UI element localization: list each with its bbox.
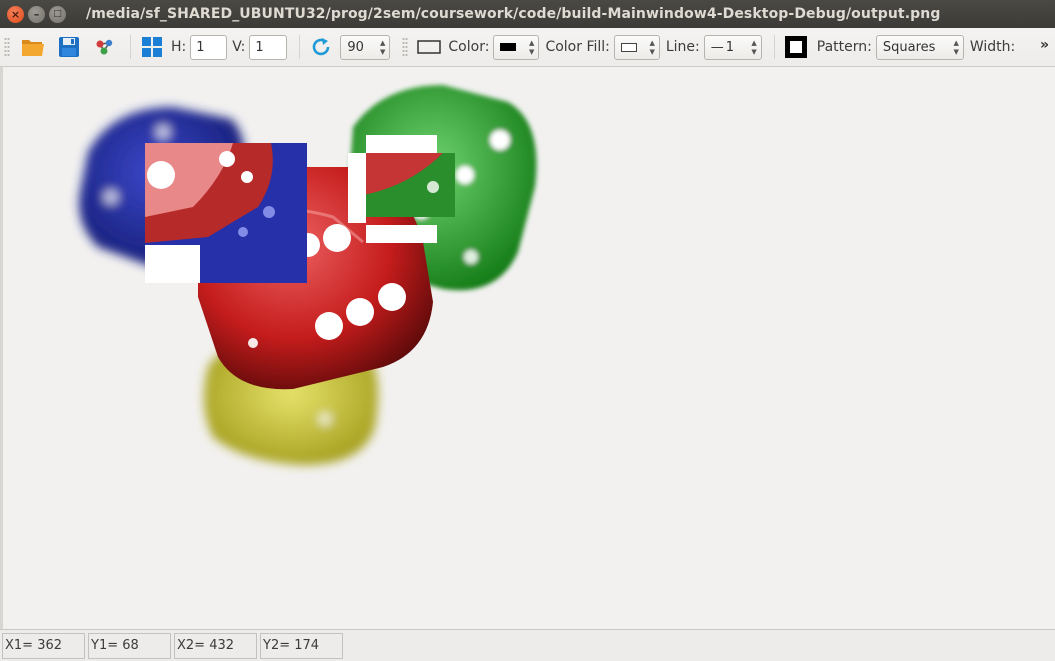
minimize-icon: – (33, 7, 40, 21)
line-label: Line: (665, 39, 700, 55)
split-v-label: V: (232, 39, 246, 55)
grid-icon (142, 37, 162, 57)
effects-button[interactable] (92, 34, 118, 60)
spin-up-icon[interactable]: ▲ (751, 39, 756, 48)
status-x1: X1= 362 (2, 632, 85, 659)
maximize-window-button[interactable]: □ (49, 5, 66, 23)
toolbar-separator (299, 35, 301, 59)
color-picker[interactable]: ▲ ▼ (493, 34, 540, 60)
split-grid-button[interactable] (139, 34, 165, 60)
folder-open-icon (22, 40, 44, 56)
rectangle-tool-button[interactable] (416, 34, 442, 60)
rectangle-icon (417, 40, 442, 54)
molecule-icon (96, 39, 113, 55)
rotate-angle-value: 90 (347, 39, 364, 55)
split-h-value: 1 (196, 39, 205, 55)
square-frame-icon (784, 36, 807, 58)
maximize-icon: □ (53, 8, 62, 19)
spin-down-icon[interactable]: ▼ (751, 48, 756, 57)
status-y2: Y2= 174 (260, 632, 343, 659)
rotate-clockwise-icon (313, 38, 330, 56)
spin-up-icon[interactable]: ▲ (380, 39, 385, 48)
spin-down-icon[interactable]: ▼ (380, 48, 385, 57)
split-h-label: H: (171, 39, 187, 55)
toolbar-overflow-button[interactable]: » (1040, 37, 1049, 53)
title-bar: × – □ /media/sf_SHARED_UBUNTU32/prog/2se… (0, 0, 1055, 28)
status-y1: Y1= 68 (88, 632, 171, 659)
color-label: Color: (448, 39, 490, 55)
dice-image (79, 85, 537, 465)
line-dash-icon: — (710, 39, 724, 55)
toolbar-grip[interactable] (402, 37, 409, 57)
status-x2: X2= 432 (174, 632, 257, 659)
border-style-button[interactable] (783, 34, 809, 60)
selection-tile-left[interactable] (145, 143, 307, 283)
toolbar-grip[interactable] (4, 37, 10, 57)
spin-down-icon[interactable]: ▼ (953, 48, 958, 57)
rotate-button[interactable] (308, 34, 334, 60)
close-window-button[interactable]: × (7, 5, 24, 23)
status-x1-text: X1= 362 (5, 638, 63, 653)
spin-down-icon[interactable]: ▼ (529, 48, 534, 57)
save-file-button[interactable] (56, 34, 82, 60)
close-icon: × (10, 7, 21, 21)
line-width-spinbox[interactable]: — 1 ▲ ▼ (703, 34, 762, 60)
minimize-window-button[interactable]: – (28, 5, 45, 23)
color-swatch-icon (500, 43, 517, 51)
width-label: Width: (969, 39, 1016, 55)
window-controls: × – □ (7, 5, 70, 23)
window-title: /media/sf_SHARED_UBUNTU32/prog/2sem/cour… (86, 6, 941, 22)
toolbar-separator (130, 35, 131, 59)
split-v-value: 1 (255, 39, 264, 55)
split-v-input[interactable]: 1 (249, 34, 288, 60)
pattern-value: Squares (882, 39, 936, 55)
pattern-label: Pattern: (816, 39, 872, 55)
spin-down-icon[interactable]: ▼ (649, 48, 654, 57)
spin-up-icon[interactable]: ▲ (953, 39, 958, 48)
color-fill-label: Color Fill: (545, 39, 610, 55)
floppy-save-icon (59, 37, 79, 57)
color-fill-picker[interactable]: ▲ ▼ (613, 34, 660, 60)
image-canvas[interactable] (0, 67, 1055, 629)
rotate-angle-spinbox[interactable]: 90 ▲ ▼ (340, 34, 391, 60)
status-y1-text: Y1= 68 (91, 638, 139, 653)
spin-up-icon[interactable]: ▲ (529, 39, 534, 48)
line-width-value: 1 (725, 39, 735, 55)
spin-up-icon[interactable]: ▲ (649, 39, 654, 48)
toolbar-separator (773, 35, 775, 59)
fill-swatch-icon (620, 42, 637, 52)
split-h-input[interactable]: 1 (190, 34, 228, 60)
pattern-select[interactable]: Squares ▲ ▼ (875, 34, 964, 60)
status-x2-text: X2= 432 (177, 638, 235, 653)
status-bar: X1= 362 Y1= 68 X2= 432 Y2= 174 (0, 629, 1055, 661)
open-file-button[interactable] (20, 34, 46, 60)
toolbar: H: 1 V: 1 90 ▲ ▼ Color: ▲ ▼ Color Fill: (0, 28, 1055, 67)
status-y2-text: Y2= 174 (263, 638, 320, 653)
